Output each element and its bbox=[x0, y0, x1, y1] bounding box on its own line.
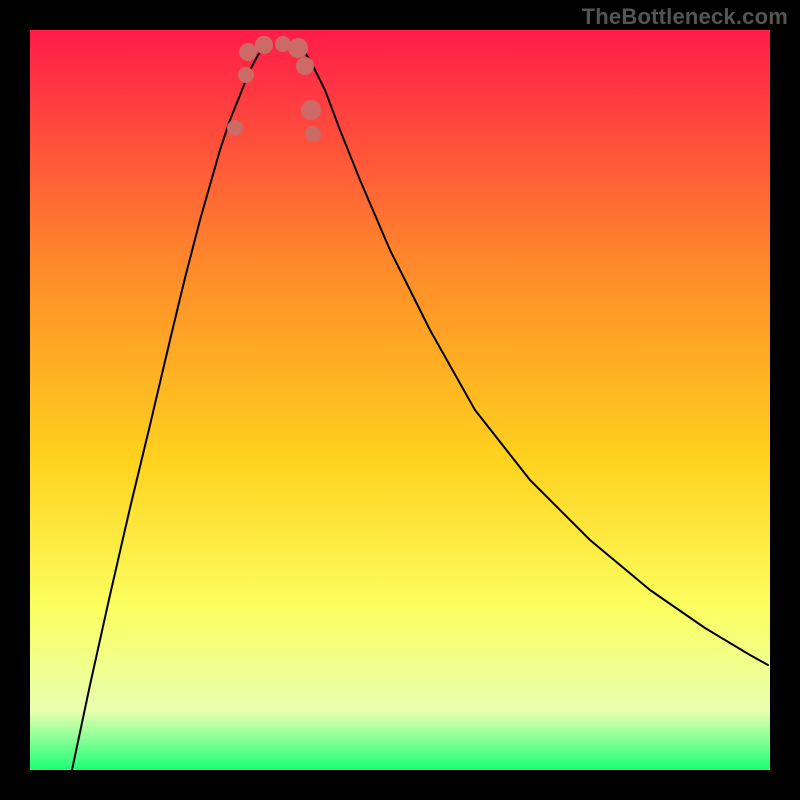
chart-frame: TheBottleneck.com bbox=[0, 0, 800, 800]
data-marker bbox=[239, 43, 257, 61]
watermark-text: TheBottleneck.com bbox=[582, 4, 788, 30]
data-marker bbox=[305, 126, 321, 142]
data-marker bbox=[288, 38, 308, 58]
chart-svg bbox=[30, 30, 770, 770]
data-marker bbox=[227, 120, 243, 136]
data-marker bbox=[301, 100, 321, 120]
data-marker bbox=[238, 67, 254, 83]
data-marker bbox=[296, 57, 314, 75]
gradient-background bbox=[30, 30, 770, 770]
plot-area bbox=[30, 30, 770, 770]
data-marker bbox=[255, 36, 273, 54]
